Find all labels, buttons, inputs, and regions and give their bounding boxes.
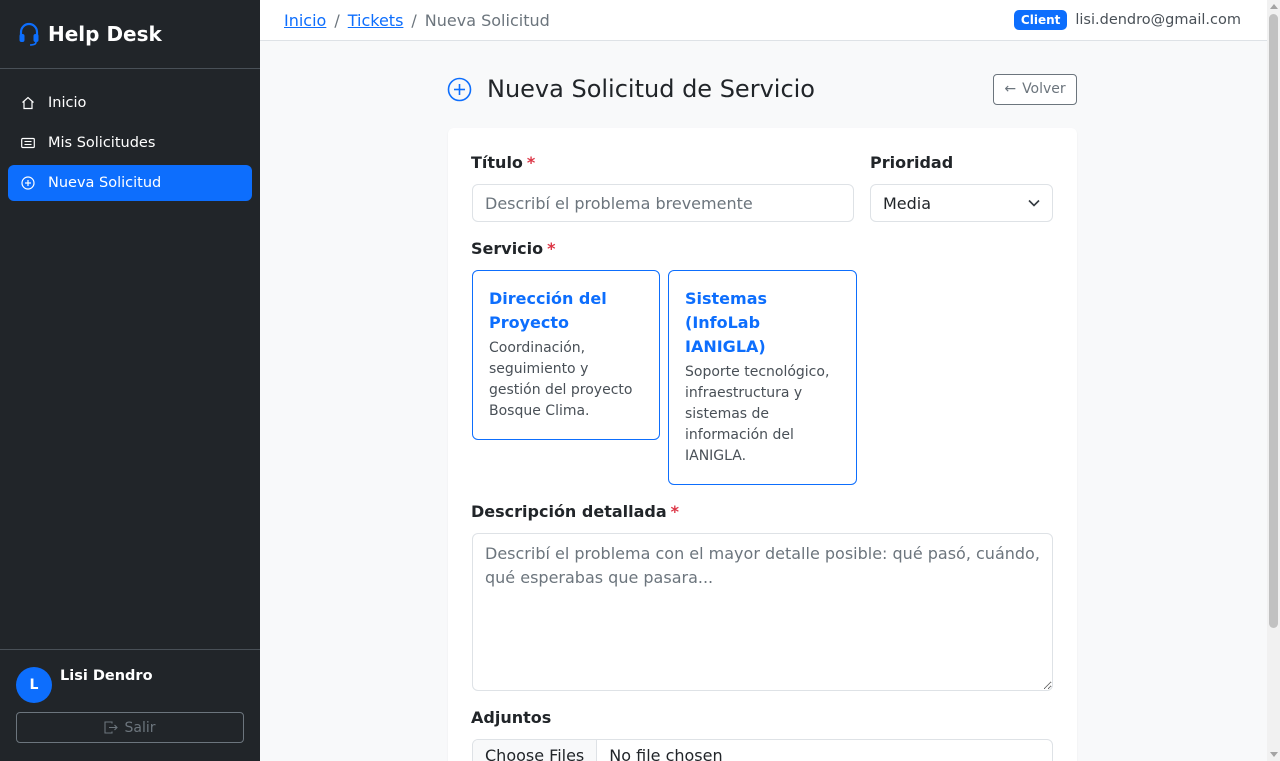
sidebar-item-nueva-solicitud[interactable]: Nueva Solicitud: [8, 165, 252, 201]
breadcrumb: Inicio / Tickets / Nueva Solicitud: [284, 11, 550, 30]
service-option-direccion[interactable]: Dirección del Proyecto Coordinación, seg…: [472, 270, 660, 440]
service-description: Soporte tecnológico, infraestructura y s…: [685, 364, 830, 464]
avatar: L: [16, 667, 52, 703]
scroll-down-arrow[interactable]: [1270, 752, 1278, 757]
service-title: Sistemas (InfoLab IANIGLA): [685, 289, 768, 356]
chevron-down-icon: [1028, 199, 1040, 207]
plus-circle-icon: [447, 77, 472, 101]
user-email: lisi.dendro@gmail.com: [1075, 12, 1241, 28]
required-mark: *: [547, 239, 556, 258]
title-label: Título *: [471, 153, 535, 172]
house-icon: [20, 95, 36, 111]
description-textarea[interactable]: [472, 533, 1053, 691]
service-title: Dirección del Proyecto: [489, 289, 607, 332]
back-button[interactable]: ← Volver: [993, 73, 1077, 105]
sidebar-item-label: Nueva Solicitud: [48, 175, 162, 191]
priority-value: Media: [883, 193, 932, 213]
page-title: Nueva Solicitud de Servicio: [487, 75, 815, 103]
ticket-icon: [20, 135, 36, 151]
description-label-text: Descripción detallada: [471, 502, 667, 521]
user-panel: L Lisi Dendro Salir: [0, 649, 260, 761]
service-description: Coordinación, seguimiento y gestión del …: [489, 340, 633, 419]
sidebar: Help Desk Inicio Mis Solicitudes Nueva S…: [0, 0, 260, 761]
headset-icon: [19, 22, 39, 46]
sidebar-item-inicio[interactable]: Inicio: [8, 85, 252, 121]
file-status: No file chosen: [609, 746, 723, 761]
logout-label: Salir: [124, 719, 156, 736]
service-option-sistemas[interactable]: Sistemas (InfoLab IANIGLA) Soporte tecno…: [668, 270, 857, 485]
file-input[interactable]: Choose Files No file chosen: [472, 739, 1053, 761]
page-header: Nueva Solicitud de Servicio ← Volver: [447, 73, 1077, 105]
topbar: Inicio / Tickets / Nueva Solicitud Clien…: [260, 0, 1267, 41]
breadcrumb-tickets[interactable]: Tickets: [348, 11, 404, 30]
priority-label: Prioridad: [870, 153, 954, 172]
scroll-thumb[interactable]: [1269, 14, 1278, 628]
title-label-text: Título: [471, 153, 523, 172]
scrollbar[interactable]: [1267, 0, 1280, 761]
required-mark: *: [526, 153, 536, 172]
sidebar-nav: Inicio Mis Solicitudes Nueva Solicitud: [0, 69, 260, 201]
breadcrumb-separator: /: [334, 10, 340, 30]
choose-files-button[interactable]: Choose Files: [473, 740, 598, 761]
sidebar-item-mis-solicitudes[interactable]: Mis Solicitudes: [8, 125, 252, 161]
arrow-left-icon: ←: [1004, 81, 1017, 97]
scroll-up-arrow[interactable]: [1270, 4, 1278, 9]
sidebar-item-label: Inicio: [48, 95, 87, 111]
plus-circle-icon: [20, 175, 36, 191]
required-mark: *: [670, 502, 680, 521]
title-input[interactable]: [472, 184, 854, 222]
logout-button[interactable]: Salir: [16, 712, 244, 743]
breadcrumb-separator: /: [411, 10, 417, 30]
service-label: Servicio *: [471, 239, 556, 258]
logout-icon: [104, 721, 119, 734]
brand[interactable]: Help Desk: [0, 0, 260, 69]
description-label: Descripción detallada *: [471, 502, 679, 521]
sidebar-item-label: Mis Solicitudes: [48, 135, 156, 151]
user-name: Lisi Dendro: [60, 668, 153, 684]
service-label-text: Servicio: [471, 239, 544, 258]
priority-select[interactable]: Media: [870, 184, 1053, 222]
form-card: Título* Prioridad Media Servicio* Direcc…: [448, 128, 1077, 761]
brand-title: Help Desk: [48, 22, 162, 46]
back-label: Volver: [1022, 81, 1066, 97]
attachments-label: Adjuntos: [471, 708, 552, 727]
breadcrumb-inicio[interactable]: Inicio: [284, 11, 326, 30]
role-badge: Client: [1013, 10, 1068, 30]
breadcrumb-current: Nueva Solicitud: [424, 10, 550, 30]
